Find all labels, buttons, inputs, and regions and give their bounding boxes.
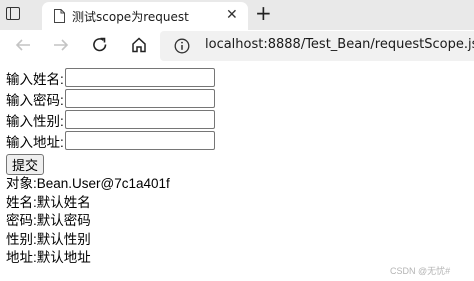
tab-active[interactable]: 测试scope为request ✕ [42, 2, 248, 30]
gender-label: 输入性别: [6, 113, 64, 129]
tab-title: 测试scope为request [72, 10, 189, 24]
tab-strip: 测试scope为request ✕ + [0, 0, 474, 30]
name-input[interactable] [64, 68, 215, 87]
site-info-icon[interactable] [174, 38, 190, 54]
watermark: CSDN @无忧# [390, 266, 451, 276]
submit-button[interactable]: 提交 [6, 154, 45, 175]
back-icon[interactable] [14, 36, 32, 54]
gender-input[interactable] [64, 110, 215, 129]
forward-icon[interactable] [52, 36, 70, 54]
tab-actions-icon[interactable] [6, 7, 20, 20]
browser-toolbar: localhost:8888/Test_Bean/requestScope.js… [0, 30, 474, 62]
home-icon[interactable] [130, 36, 148, 54]
name-row: 输入姓名: [6, 67, 215, 88]
document-icon [54, 9, 65, 23]
address-row: 输入地址: [6, 130, 215, 151]
password-input[interactable] [64, 89, 215, 108]
close-tab-icon[interactable]: ✕ [226, 7, 238, 23]
address-label: 输入地址: [6, 134, 64, 150]
name-label: 输入姓名: [6, 71, 64, 87]
output-name: 姓名:默认姓名 [6, 194, 91, 210]
url-text[interactable]: localhost:8888/Test_Bean/requestScope.js… [205, 37, 474, 52]
output-gender: 性别:默认性别 [6, 231, 91, 247]
output-password: 密码:默认密码 [6, 213, 91, 228]
password-row: 输入密码: [6, 88, 215, 109]
output-object: 对象:Bean.User@7c1a401f [6, 176, 170, 191]
new-tab-icon[interactable]: + [255, 3, 272, 23]
address-input[interactable] [64, 131, 215, 150]
password-label: 输入密码: [6, 92, 64, 108]
page-content: 输入姓名: 输入密码: 输入性别: 输入地址: 提交 对象:Bean.User@… [6, 67, 215, 268]
output-address: 地址:默认地址 [6, 250, 91, 265]
address-bar[interactable]: localhost:8888/Test_Bean/requestScope.js… [160, 31, 474, 61]
refresh-icon[interactable] [91, 36, 109, 54]
gender-row: 输入性别: [6, 109, 215, 130]
